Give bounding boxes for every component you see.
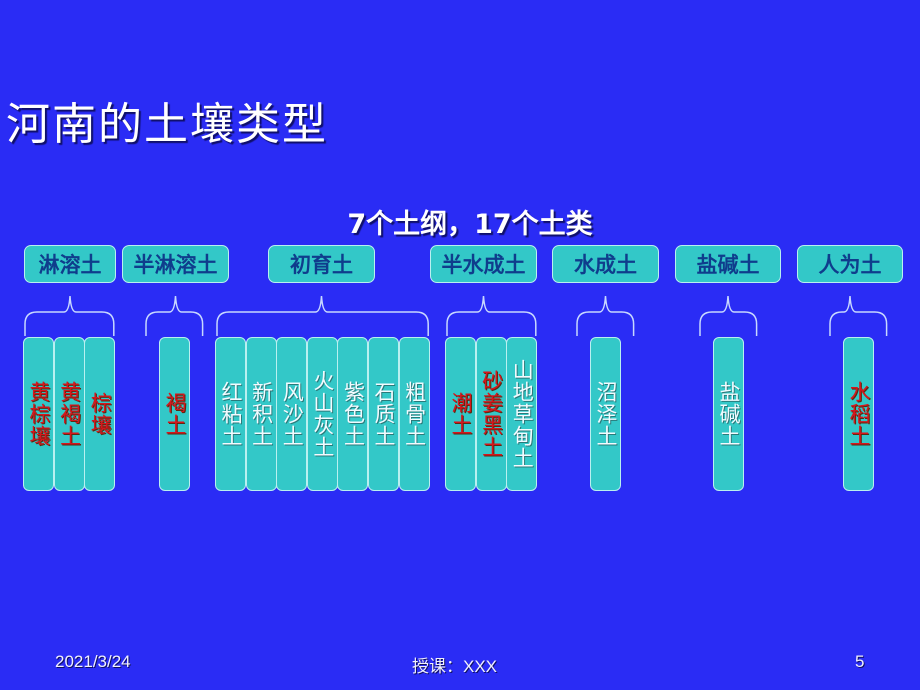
soil-group-label: 潮土 (449, 392, 474, 436)
soil-order-box: 人为土 (797, 245, 903, 283)
footer-date: 2021/3/24 (55, 652, 131, 671)
soil-group-label: 水稻土 (847, 381, 872, 447)
soil-group-box: 粗骨土 (398, 337, 430, 491)
soil-order-box: 初育土 (268, 245, 375, 283)
soil-order-label: 淋溶土 (38, 253, 102, 277)
soil-group-label: 砂姜黑土 (479, 370, 504, 458)
soil-group-label: 粗骨土 (402, 381, 427, 447)
soil-group-box: 火山灰土 (306, 337, 338, 491)
soil-order-label: 半水成土 (441, 253, 526, 277)
soil-group-label: 火山灰土 (310, 370, 335, 458)
soil-order-box: 半淋溶土 (122, 245, 229, 283)
soil-group-box: 棕壤 (84, 337, 116, 491)
soil-group-box: 褐土 (159, 337, 191, 491)
soil-group-box: 山地草甸土 (506, 337, 538, 491)
soil-group-box: 沼泽土 (590, 337, 622, 491)
soil-order-label: 盐碱土 (696, 253, 760, 277)
soil-order-box: 淋溶土 (24, 245, 116, 283)
soil-group-label: 新积土 (249, 381, 274, 447)
soil-order-box: 水成土 (552, 245, 659, 283)
soil-order-label: 半淋溶土 (133, 253, 218, 277)
soil-group-box: 潮土 (445, 337, 477, 491)
brace (216, 295, 429, 336)
brace (145, 295, 204, 336)
soil-group-box: 盐碱土 (713, 337, 745, 491)
soil-group-box: 砂姜黑土 (475, 337, 507, 491)
soil-group-box: 水稻土 (843, 337, 875, 491)
soil-group-box: 红粘土 (215, 337, 247, 491)
brace (699, 295, 758, 336)
soil-group-label: 褐土 (163, 392, 188, 436)
footer-presenter: 授课：XXX (412, 657, 498, 676)
soil-group-label: 沼泽土 (594, 381, 619, 447)
brace (24, 295, 115, 336)
brace (576, 295, 635, 336)
soil-order-box: 盐碱土 (675, 245, 781, 283)
soil-group-box: 黄棕壤 (23, 337, 55, 491)
soil-order-label: 初育土 (290, 253, 353, 277)
soil-group-box: 风沙土 (276, 337, 308, 491)
soil-group-box: 新积土 (245, 337, 277, 491)
soil-order-box: 半水成土 (430, 245, 537, 283)
soil-group-label: 石质土 (372, 381, 397, 447)
soil-order-label: 人为土 (818, 253, 882, 277)
soil-order-label: 水成土 (574, 253, 637, 277)
soil-group-label: 棕壤 (88, 392, 113, 436)
soil-group-label: 黄褐土 (57, 381, 82, 447)
footer-page-number: 5 (855, 652, 865, 671)
soil-group-label: 盐碱土 (717, 381, 742, 447)
soil-group-label: 黄棕壤 (27, 381, 52, 447)
brace (829, 295, 888, 336)
soil-group-box: 黄褐土 (53, 337, 85, 491)
soil-group-box: 石质土 (368, 337, 400, 491)
soil-group-label: 风沙土 (280, 381, 305, 447)
soil-group-label: 山地草甸土 (510, 359, 535, 469)
soil-group-box: 紫色土 (337, 337, 369, 491)
brace (446, 295, 537, 336)
soil-group-label: 紫色土 (341, 381, 366, 447)
soil-group-label: 红粘土 (219, 381, 244, 447)
